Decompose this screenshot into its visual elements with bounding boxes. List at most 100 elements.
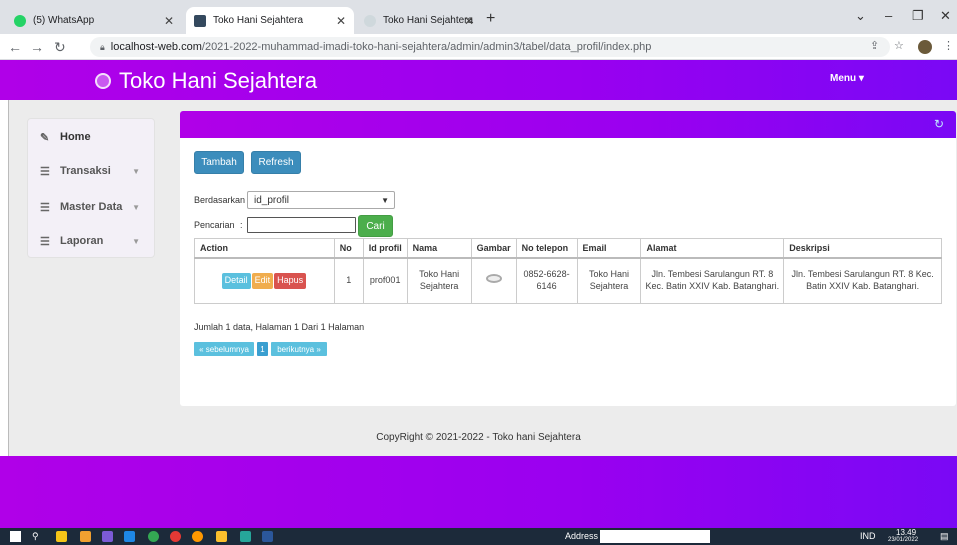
edit-button[interactable]: Edit [251, 272, 274, 289]
forward-icon[interactable]: → [30, 39, 44, 55]
edge-icon[interactable] [124, 531, 135, 542]
tab-toko-hani-active[interactable]: Toko Hani Sejahtera ✕ [186, 7, 354, 34]
menu-dropdown[interactable]: Menu ▾ [830, 73, 864, 84]
brand-title: Toko Hani Sejahtera [119, 68, 318, 93]
tab-title: (5) WhatsApp [33, 15, 95, 26]
bookmark-star-icon[interactable]: ☆ [894, 39, 904, 52]
cell-id-profil: prof001 [362, 257, 408, 304]
clock-time[interactable]: 13.49 [896, 528, 916, 537]
search-input[interactable] [247, 217, 356, 233]
column-header: Gambar [470, 238, 517, 259]
minimize-icon[interactable]: – [885, 8, 892, 23]
cell-nama: Toko Hani Sejahtera [406, 257, 472, 304]
refresh-icon[interactable]: ↻ [934, 117, 944, 131]
browser-tab-bar: (5) WhatsApp ✕ Toko Hani Sejahtera ✕ Tok… [0, 0, 957, 34]
cell-email: Toko Hani Sejahtera [576, 257, 642, 304]
colon-label: : [240, 220, 243, 230]
tab-toko-hani[interactable]: Toko Hani Sejahtera ✕ [356, 7, 482, 34]
url-host: localhost-web.com [110, 41, 202, 53]
tab-search-icon[interactable]: ⌄ [855, 8, 866, 24]
firefox-icon[interactable] [192, 531, 203, 542]
cari-button[interactable]: Cari [358, 215, 393, 237]
selected-option: id_profil [254, 194, 290, 206]
reload-icon[interactable]: ↻ [54, 39, 66, 56]
table-header-row: Action No Id profil Nama Gambar No telep… [194, 238, 942, 259]
clock-date[interactable]: 23/01/2022 [888, 537, 918, 543]
berdasarkan-select[interactable]: id_profil ▼ [247, 191, 395, 209]
sidebar-item-laporan[interactable]: ☰ Laporan ▼ [28, 223, 154, 259]
address-toolbar-input[interactable] [600, 530, 710, 543]
close-icon[interactable]: ✕ [164, 14, 174, 28]
brand-logo-icon [95, 73, 111, 89]
sidebar-item-label: Master Data [60, 201, 123, 213]
column-header: Email [576, 238, 642, 259]
cell-no: 1 [333, 257, 364, 304]
vscode-icon[interactable] [102, 531, 113, 542]
language-indicator[interactable]: IND [860, 531, 876, 541]
share-icon[interactable]: ⇪ [870, 39, 879, 52]
chevron-down-icon: ▼ [381, 195, 389, 205]
maximize-icon[interactable]: ❐ [912, 8, 924, 24]
app-icon[interactable] [240, 531, 251, 542]
app-icon[interactable] [80, 531, 91, 542]
address-toolbar-label: Address [565, 531, 599, 541]
pagination-summary: Jumlah 1 data, Halaman 1 Dari 1 Halaman [194, 322, 365, 332]
prev-page-button[interactable]: « sebelumnya [194, 342, 254, 356]
edit-icon: ✎ [40, 131, 50, 144]
image-thumbnail[interactable] [485, 274, 502, 284]
word-icon[interactable] [262, 531, 273, 542]
list-icon: ☰ [40, 201, 50, 214]
site-footer [0, 456, 957, 528]
back-icon[interactable]: ← [8, 39, 22, 55]
search-icon[interactable]: ⚲ [32, 531, 39, 542]
sidebar-item-master-data[interactable]: ☰ Master Data ▼ [28, 189, 154, 225]
url-bar[interactable]: 🔒︎ localhost-web.com /2021-2022-muhammad… [90, 37, 890, 57]
cell-alamat: Jln. Tembesi Sarulangun RT. 8 Kec. Batin… [640, 257, 785, 304]
hapus-button[interactable]: Hapus [274, 272, 307, 289]
column-header: Action [194, 238, 335, 259]
sidebar-item-label: Transaksi [60, 165, 111, 177]
page-1-button[interactable]: 1 [257, 342, 268, 356]
tab-title: Toko Hani Sejahtera [213, 15, 304, 26]
sidebar-item-home[interactable]: ✎ Home [28, 119, 154, 155]
sidebar-item-label: Laporan [60, 235, 104, 247]
file-explorer-icon[interactable] [216, 531, 227, 542]
new-tab-button[interactable]: + [486, 10, 495, 28]
tambah-button[interactable]: Tambah [194, 151, 244, 174]
caret-down-icon: ▼ [132, 166, 140, 176]
detail-button[interactable]: Detail [221, 272, 251, 289]
app-icon[interactable] [56, 531, 67, 542]
column-header: Id profil [362, 238, 408, 259]
notification-icon[interactable]: ▤ [940, 531, 949, 542]
sidebar-item-label: Home [60, 131, 91, 143]
opera-icon[interactable] [170, 531, 181, 542]
pencarian-label: Pencarian [194, 220, 235, 230]
action-cell: Detail Edit Hapus [194, 257, 335, 304]
brand[interactable]: Toko Hani Sejahtera [95, 68, 317, 94]
lock-icon: 🔒︎ [100, 41, 105, 52]
tab-whatsapp[interactable]: (5) WhatsApp ✕ [6, 7, 182, 34]
window-close-icon[interactable]: ✕ [940, 8, 951, 24]
column-header: No [333, 238, 364, 259]
cell-gambar [470, 257, 517, 304]
refresh-button[interactable]: Refresh [251, 151, 301, 174]
chrome-icon[interactable] [148, 531, 159, 542]
close-icon[interactable]: ✕ [464, 14, 474, 28]
caret-down-icon: ▼ [132, 236, 140, 246]
profile-avatar[interactable] [918, 40, 932, 54]
cell-deskripsi: Jln. Tembesi Sarulangun RT. 8 Kec. Batin… [783, 257, 942, 304]
os-taskbar: ⚲ Address IND 13.49 23/01/2022 ▤ [0, 528, 957, 545]
sidebar-item-transaksi[interactable]: ☰ Transaksi ▼ [28, 153, 154, 189]
data-table: Action No Id profil Nama Gambar No telep… [194, 238, 942, 304]
sidebar: ✎ Home ☰ Transaksi ▼ ☰ Master Data ▼ ☰ L… [27, 118, 155, 258]
windows-start-icon[interactable] [10, 531, 21, 542]
browser-toolbar: ← → ↻ 🔒︎ localhost-web.com /2021-2022-mu… [0, 34, 957, 60]
column-header: No telepon [515, 238, 578, 259]
tab-title: Toko Hani Sejahtera [383, 15, 474, 26]
close-icon[interactable]: ✕ [336, 14, 346, 28]
copyright: CopyRight © 2021-2022 - Toko hani Sejaht… [376, 432, 581, 443]
next-page-button[interactable]: berikutnya » [271, 342, 327, 356]
column-header: Nama [406, 238, 472, 259]
list-icon: ☰ [40, 165, 50, 178]
more-menu-icon[interactable]: ⋮ [943, 39, 954, 52]
